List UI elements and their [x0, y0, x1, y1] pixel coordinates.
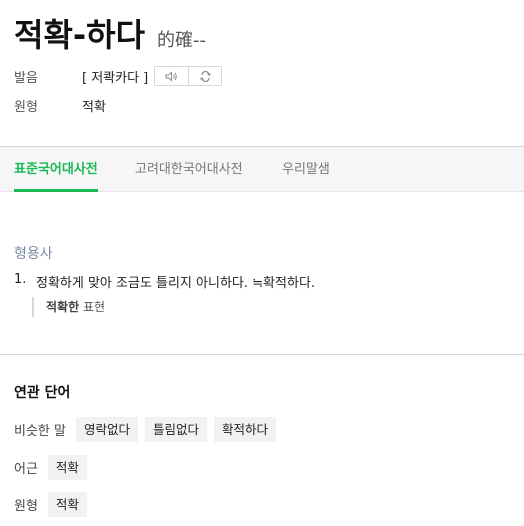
- example-sentence: 적확한 표현: [32, 297, 105, 317]
- base-form-label: 원형: [14, 100, 38, 115]
- synonym-chip[interactable]: 틀림없다: [145, 417, 208, 442]
- tab-standard-dictionary[interactable]: 표준국어대사전: [14, 147, 98, 192]
- synonym-chip[interactable]: 확적하다: [214, 417, 277, 442]
- example-rest: 표현: [79, 300, 106, 314]
- definition-number: 1.: [14, 272, 27, 287]
- repeat-icon[interactable]: [188, 67, 221, 85]
- definition-text: 정확하게 맞아 조금도 틀리지 아니하다. ≒확적하다.: [36, 276, 316, 291]
- base-form-chip[interactable]: 적확: [47, 492, 87, 517]
- related-words-title: 연관 단어: [14, 385, 71, 401]
- synonyms-label: 비슷한 말: [14, 424, 66, 439]
- tab-korea-univ-dictionary[interactable]: 고려대한국어대사전: [135, 147, 243, 192]
- root-label: 어근: [14, 462, 38, 477]
- example-keyword: 적확한: [46, 300, 80, 314]
- dictionary-tabs: 표준국어대사전 고려대한국어대사전 우리말샘: [0, 146, 524, 192]
- entry-hanja: 的確--: [157, 30, 207, 51]
- pronunciation-value-group: [ 저콱카다 ]: [82, 66, 223, 86]
- synonym-chip[interactable]: 영락없다: [75, 417, 138, 442]
- definition-item: 1. 정확하게 맞아 조금도 틀리지 아니하다. ≒확적하다.: [14, 272, 315, 291]
- pronunciation-row: 발음 [ 저콱카다 ]: [14, 66, 223, 86]
- base-form-value[interactable]: 적확: [82, 96, 106, 115]
- part-of-speech: 형용사: [14, 246, 53, 262]
- entry-word: 적확-하다: [14, 16, 146, 54]
- base-form-related-label: 원형: [14, 499, 38, 514]
- base-form-related-row: 원형 적확: [14, 492, 94, 517]
- root-row: 어근 적확: [14, 455, 94, 480]
- tab-urimalsaem[interactable]: 우리말샘: [282, 147, 330, 192]
- pronunciation-value: [ 저콱카다 ]: [82, 70, 149, 86]
- entry-header: 적확-하다 的確--: [14, 10, 206, 56]
- pronunciation-label: 발음: [14, 70, 38, 86]
- synonyms-row: 비슷한 말 영락없다 틀림없다 확적하다: [14, 417, 283, 442]
- root-chip[interactable]: 적확: [47, 455, 87, 480]
- section-divider: [0, 354, 524, 355]
- base-form-row: 원형 적확: [14, 96, 106, 115]
- speaker-icon[interactable]: [155, 67, 188, 85]
- audio-controls: [154, 66, 223, 86]
